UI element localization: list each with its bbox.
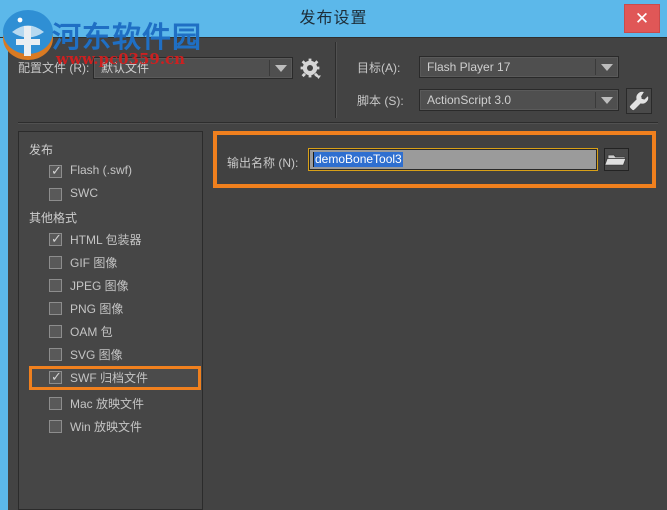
output-name-value: demoBoneTool3 [314, 152, 403, 167]
script-select-value: ActionScript 3.0 [427, 93, 512, 107]
checkbox-png[interactable] [49, 302, 62, 315]
format-row-swf-archive[interactable]: ✓ SWF 归档文件 [29, 366, 201, 390]
gear-icon [300, 58, 321, 79]
checkbox-html-wrapper[interactable]: ✓ [49, 231, 62, 246]
page-title: 发布设置 [299, 10, 368, 27]
format-label-flash-swf: Flash (.swf) [70, 163, 133, 177]
script-label: 脚本 (S): [357, 94, 404, 108]
format-label-win-projector: Win 放映文件 [70, 420, 143, 434]
format-row-swc[interactable]: SWC [27, 185, 197, 205]
target-select[interactable]: Flash Player 17 [419, 56, 619, 78]
format-row-gif[interactable]: GIF 图像 [27, 253, 197, 273]
top-horizontal-divider [18, 122, 658, 124]
top-vertical-divider [335, 42, 337, 118]
checkbox-oam[interactable] [49, 325, 62, 338]
checkbox-svg[interactable] [49, 348, 62, 361]
checkbox-mac-projector[interactable] [49, 397, 62, 410]
format-row-jpeg[interactable]: JPEG 图像 [27, 276, 197, 296]
format-label-jpeg: JPEG 图像 [70, 279, 129, 293]
format-label-gif: GIF 图像 [70, 256, 118, 270]
publish-formats-list: 发布 ✓ Flash (.swf) SWC 其他格式 ✓ HTML 包装器 GI… [19, 132, 202, 509]
chevron-down-icon [601, 64, 613, 71]
close-button[interactable]: ✕ [624, 4, 660, 33]
check-icon: ✓ [51, 163, 62, 178]
format-label-swf-archive: SWF 归档文件 [70, 371, 148, 385]
top-settings-region: 配置文件 (R): 默认文件 目标(A): Flash Player 17 脚本… [8, 38, 667, 124]
checkbox-flash-swf[interactable]: ✓ [49, 163, 62, 178]
checkbox-swc[interactable] [49, 188, 62, 201]
format-label-png: PNG 图像 [70, 302, 124, 316]
publish-settings-dialog: 发布设置 ✕ 配置文件 (R): 默认文件 目标(A): Flash Playe… [0, 0, 667, 510]
close-icon: ✕ [634, 9, 650, 28]
format-label-mac-projector: Mac 放映文件 [70, 397, 145, 411]
dialog-body: 配置文件 (R): 默认文件 目标(A): Flash Player 17 脚本… [8, 38, 667, 510]
format-row-svg[interactable]: SVG 图像 [27, 345, 197, 365]
profile-select-value: 默认文件 [101, 61, 150, 75]
output-name-label: 输出名称 (N): [227, 156, 299, 170]
format-label-html-wrapper: HTML 包装器 [70, 233, 142, 247]
script-select-separator [595, 92, 596, 108]
format-label-oam: OAM 包 [70, 325, 113, 339]
profile-select[interactable]: 默认文件 [93, 57, 293, 79]
checkbox-gif[interactable] [49, 256, 62, 269]
format-label-svg: SVG 图像 [70, 348, 123, 362]
check-icon: ✓ [51, 231, 62, 246]
publish-formats-panel: 发布 ✓ Flash (.swf) SWC 其他格式 ✓ HTML 包装器 GI… [18, 131, 203, 510]
checkbox-swf-archive[interactable]: ✓ [49, 369, 62, 384]
checkbox-jpeg[interactable] [49, 279, 62, 292]
script-settings-button[interactable] [626, 88, 652, 114]
format-label-swc: SWC [70, 186, 98, 200]
wrench-icon [629, 91, 649, 111]
title-bar: 发布设置 ✕ [0, 0, 667, 38]
check-icon: ✓ [51, 369, 62, 384]
chevron-down-icon [601, 97, 613, 104]
profile-options-button[interactable] [300, 58, 322, 80]
format-row-win-projector[interactable]: Win 放映文件 [27, 417, 197, 437]
checkbox-win-projector[interactable] [49, 420, 62, 433]
profile-label: 配置文件 (R): [18, 61, 90, 75]
window-left-accent-strip [0, 38, 8, 510]
browse-output-button[interactable] [604, 148, 629, 171]
chevron-down-icon [275, 65, 287, 72]
folder-icon [604, 154, 627, 166]
group-title-publish: 发布 [29, 143, 54, 157]
target-select-value: Flash Player 17 [427, 60, 511, 74]
format-row-oam[interactable]: OAM 包 [27, 322, 197, 342]
target-select-separator [595, 59, 596, 75]
profile-select-separator [269, 60, 270, 76]
group-title-other-formats: 其他格式 [29, 211, 78, 225]
format-row-flash-swf[interactable]: ✓ Flash (.swf) [27, 162, 197, 182]
output-name-section: 输出名称 (N): demoBoneTool3 [213, 131, 656, 188]
format-row-mac-projector[interactable]: Mac 放映文件 [27, 394, 197, 414]
target-label: 目标(A): [357, 61, 401, 75]
format-row-png[interactable]: PNG 图像 [27, 299, 197, 319]
output-name-input[interactable]: demoBoneTool3 [309, 149, 597, 170]
format-row-html-wrapper[interactable]: ✓ HTML 包装器 [27, 230, 197, 250]
script-select[interactable]: ActionScript 3.0 [419, 89, 619, 111]
